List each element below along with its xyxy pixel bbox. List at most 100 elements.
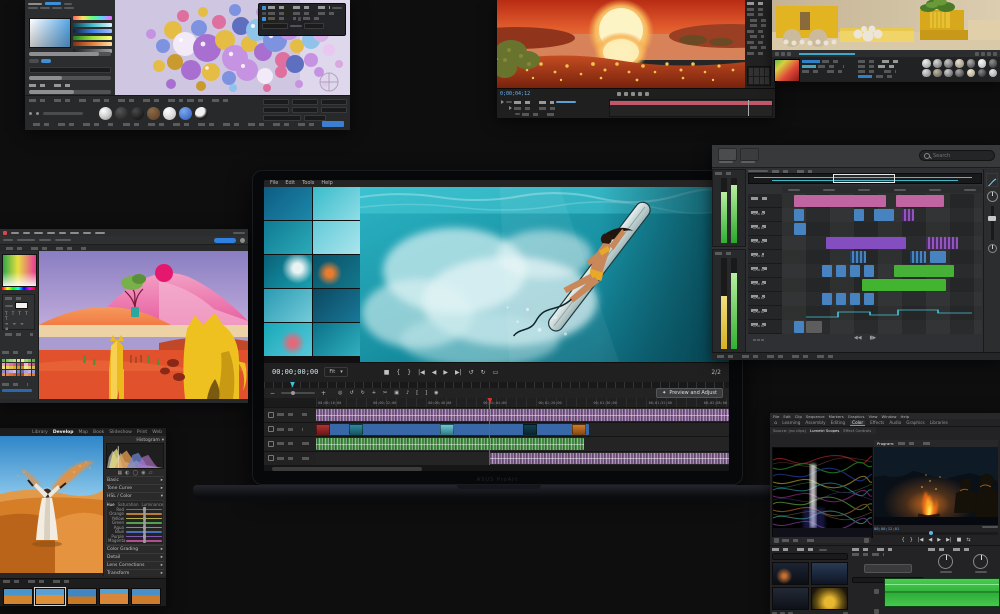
audio-clip[interactable]: [316, 409, 729, 421]
align-buttons[interactable]: ≡ ≡ ≡ ≣: [5, 321, 32, 331]
pan-knob[interactable]: [938, 554, 953, 569]
panel-header[interactable]: Transform▸: [106, 569, 164, 577]
clip-thumbnail[interactable]: [316, 424, 330, 435]
gradient-slider[interactable]: [73, 36, 112, 40]
transport-button-icon[interactable]: }: [910, 537, 913, 543]
workspace-tab[interactable]: Effects: [870, 420, 884, 425]
brush-icon[interactable]: ▱: [149, 470, 153, 476]
brightness-slider[interactable]: [29, 52, 111, 56]
material-sphere[interactable]: [163, 107, 176, 120]
option-field[interactable]: [321, 107, 347, 113]
panel-header[interactable]: Lens Corrections▸: [106, 561, 164, 569]
transport-button-icon[interactable]: ↺: [469, 369, 474, 376]
menu-item[interactable]: Edit: [783, 414, 790, 419]
track-header[interactable]: [264, 422, 316, 437]
audio-clip[interactable]: [926, 237, 958, 249]
volume-fader[interactable]: [991, 206, 994, 240]
lock-icon[interactable]: [268, 412, 274, 418]
timeline-hscrollbar[interactable]: [264, 465, 729, 471]
mask-icon[interactable]: ◯: [133, 470, 139, 476]
material-sphere[interactable]: [115, 107, 128, 120]
timeline-zoom-slider[interactable]: [281, 392, 315, 394]
transport-button-icon[interactable]: {: [396, 369, 400, 376]
layer-row[interactable]: [497, 111, 607, 117]
material-sphere[interactable]: [131, 107, 144, 120]
transport-button-icon[interactable]: ■: [957, 537, 962, 543]
browse-button[interactable]: [864, 564, 912, 573]
option-field[interactable]: [292, 99, 318, 105]
tool-button-icon[interactable]: ♪: [406, 390, 409, 396]
panel-tab[interactable]: Source: (no clips): [773, 428, 806, 433]
panel-header-hsl[interactable]: HSL / Color▾: [106, 492, 164, 500]
panel-tab[interactable]: Effect Controls: [843, 428, 871, 433]
transport-button-icon[interactable]: |◀: [918, 537, 924, 543]
option-field[interactable]: [263, 99, 289, 105]
option-field[interactable]: [292, 107, 318, 113]
material-sphere[interactable]: [922, 69, 931, 78]
transport-button-icon[interactable]: ▶|: [455, 369, 462, 376]
canvas[interactable]: [39, 251, 248, 399]
audio-clip[interactable]: [850, 251, 866, 263]
multitrack-view-button[interactable]: [740, 148, 759, 161]
value-field[interactable]: [304, 23, 324, 29]
project-clip-thumbnail[interactable]: [811, 562, 848, 585]
hsl-slider[interactable]: [126, 513, 162, 515]
material-sphere[interactable]: [989, 59, 998, 68]
media-thumbnail[interactable]: [264, 255, 312, 288]
zoom-in-icon[interactable]: +: [321, 390, 326, 397]
audio-clip[interactable]: [862, 279, 946, 291]
audio-clip[interactable]: [826, 237, 906, 249]
transport-button-icon[interactable]: ◀: [432, 369, 437, 376]
tool-button-icon[interactable]: ▣: [394, 390, 399, 396]
gradient-slider[interactable]: [73, 29, 112, 33]
menu-item[interactable]: Window: [882, 414, 897, 419]
strength-slider[interactable]: [29, 90, 111, 94]
module-tab[interactable]: Map: [79, 430, 89, 435]
menu-item[interactable]: Graphics: [848, 414, 865, 419]
transport-button-icon[interactable]: ▶: [443, 369, 448, 376]
method-dropdown[interactable]: [29, 67, 111, 73]
waveform-view-button[interactable]: [718, 148, 737, 161]
clip-thumbnail[interactable]: [349, 424, 363, 435]
scrubber-playhead[interactable]: [290, 382, 295, 388]
material-sphere[interactable]: [933, 69, 942, 78]
material-sphere[interactable]: [99, 107, 112, 120]
transport-button-icon[interactable]: ▭: [493, 369, 499, 376]
material-sphere[interactable]: [955, 59, 964, 68]
panel-tab[interactable]: Lumetri Scopes: [810, 428, 839, 433]
audio-clip[interactable]: [850, 293, 860, 305]
panel-header[interactable]: Basic▸: [106, 476, 164, 484]
checkbox[interactable]: [298, 17, 302, 21]
hsl-slider[interactable]: [126, 527, 162, 529]
module-tab[interactable]: Book: [93, 430, 104, 435]
media-thumbnail[interactable]: [264, 289, 312, 322]
workspace-tab[interactable]: Libraries: [930, 420, 948, 425]
menu-item[interactable]: Tools: [302, 180, 314, 186]
transport-button-icon[interactable]: ▶|: [946, 537, 952, 543]
audio-clip[interactable]: [822, 293, 832, 305]
video-track-lane[interactable]: [316, 422, 729, 437]
clip-thumbnail[interactable]: [523, 424, 537, 435]
color-gradient-picker[interactable]: [2, 254, 37, 287]
track-header[interactable]: [264, 407, 316, 422]
tool-button-icon[interactable]: ↺: [349, 390, 353, 396]
gradient-slider[interactable]: [73, 42, 112, 46]
tool-button-icon[interactable]: +: [372, 390, 376, 396]
material-sphere[interactable]: [978, 69, 987, 78]
audio-clip[interactable]: [910, 251, 926, 263]
tool-button-icon[interactable]: [: [416, 390, 418, 396]
timeline-ruler[interactable]: 00;00;16;0000;00;32;0000;00;48;0000;01;0…: [316, 398, 729, 407]
timeline-graph-area[interactable]: [609, 99, 773, 117]
audio-clip[interactable]: [794, 209, 804, 221]
crop-icon[interactable]: ▦: [118, 470, 123, 476]
audio-clip[interactable]: [864, 293, 874, 305]
menu-item[interactable]: Help: [901, 414, 910, 419]
menu-item[interactable]: View: [869, 414, 878, 419]
apply-button[interactable]: [322, 121, 344, 127]
panel-header[interactable]: Color Grading▸: [106, 545, 164, 553]
module-tab[interactable]: Web: [152, 430, 162, 435]
material-sphere[interactable]: [922, 59, 931, 68]
toggle-pill[interactable]: [29, 59, 39, 63]
program-tab[interactable]: Program:: [874, 440, 998, 447]
audio-clip[interactable]: [794, 223, 806, 235]
